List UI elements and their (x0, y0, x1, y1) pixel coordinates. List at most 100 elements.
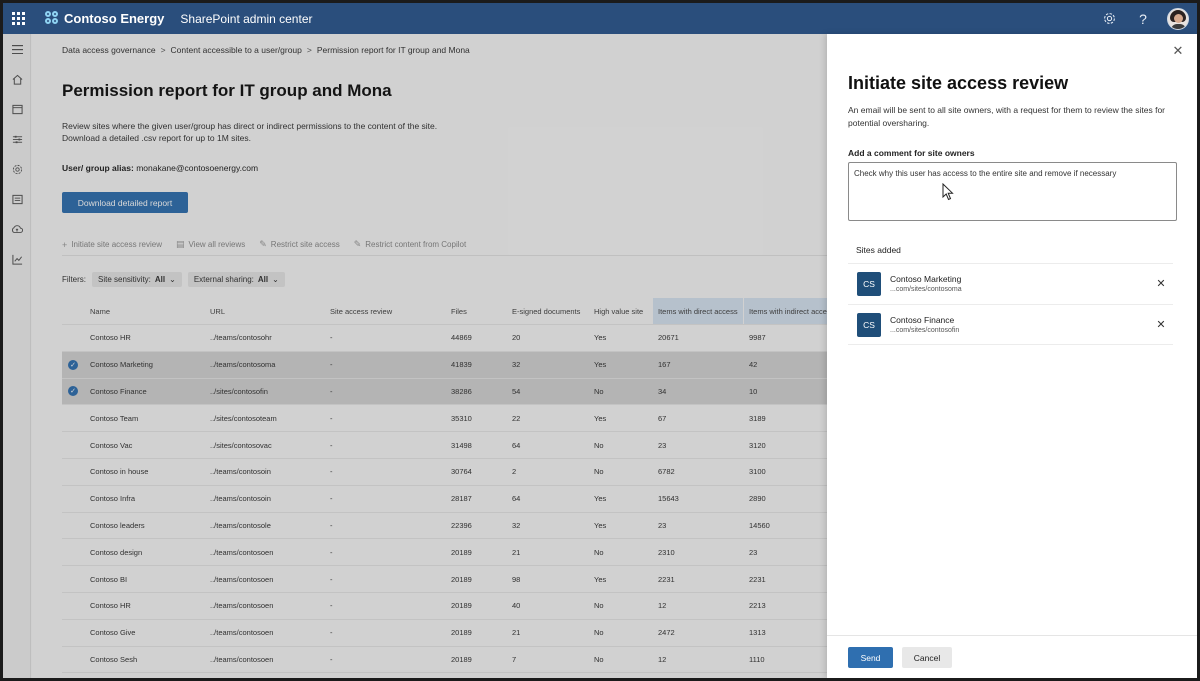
table-row[interactable]: ✓ Contoso Finance ../sites/contosofin - 3828… (62, 378, 827, 406)
row-checkbox[interactable] (62, 647, 84, 673)
description-line: Review sites where the given user/group … (62, 121, 438, 131)
row-checkbox[interactable] (62, 539, 84, 565)
site-name-cell[interactable]: Contoso HR (90, 325, 200, 351)
table-row[interactable]: Contoso BI ../teams/contosoen - 20189 98 Yes 2… (62, 566, 827, 593)
remove-site-icon[interactable]: ✕ (1155, 277, 1167, 290)
table-row[interactable]: Contoso Give ../teams/contosoen - 20189 21 No… (62, 620, 827, 647)
table-row[interactable]: Contoso Infra ../teams/contosoin - 28187 64 Y… (62, 486, 827, 513)
download-report-button[interactable]: Download detailed report (62, 192, 188, 213)
column-header[interactable]: Items with indirect access (744, 298, 827, 324)
site-url-cell: ../teams/contosoma (210, 360, 276, 370)
view-reviews-command[interactable]: ▤ View all reviews (176, 239, 245, 250)
cancel-button[interactable]: Cancel (902, 647, 952, 668)
row-checkbox[interactable] (62, 405, 84, 431)
direct-access-cell: 12 (658, 654, 667, 664)
column-header[interactable]: High value site (594, 298, 654, 324)
esigned-cell: 7 (512, 654, 517, 664)
table-body: Contoso HR ../teams/contosohr - 44869 20 Yes 2… (62, 325, 827, 674)
table-row[interactable]: Contoso Team ../sites/contosoteam - 35310 22… (62, 405, 827, 433)
sites-icon[interactable] (3, 94, 31, 124)
site-name-cell[interactable]: Contoso leaders (90, 513, 200, 539)
close-icon[interactable]: ✕ (1171, 43, 1185, 58)
table-row[interactable]: Contoso HR ../teams/contosohr - 44869 20 Yes 2… (62, 325, 827, 352)
menu-icon[interactable] (3, 34, 31, 64)
site-name: Contoso Marketing (890, 274, 962, 284)
table-row[interactable]: ✓ Contoso Marketing ../teams/contosoma - 418… (62, 351, 827, 379)
column-header[interactable]: E-signed documents (512, 298, 592, 324)
breadcrumb-item[interactable]: Data access governance (62, 45, 156, 55)
table-row[interactable]: Contoso design ../teams/contosoen - 20189 21… (62, 539, 827, 567)
home-icon[interactable] (3, 64, 31, 94)
policies-icon[interactable] (3, 124, 31, 154)
row-checkbox[interactable] (62, 459, 84, 485)
site-name-cell[interactable]: Contoso Team (90, 405, 200, 431)
initiate-review-command[interactable]: + Initiate site access review (62, 240, 162, 250)
row-checkbox[interactable] (62, 513, 84, 539)
site-name-cell[interactable]: Contoso Marketing (90, 352, 200, 378)
site-url-cell: ../teams/contosoin (210, 467, 271, 477)
row-checkbox[interactable] (62, 325, 84, 351)
esigned-cell: 64 (512, 440, 521, 450)
files-cell: 28187 (451, 494, 472, 504)
user-avatar[interactable] (1167, 7, 1189, 30)
table-row[interactable]: Contoso HR ../teams/contosoen - 20189 40 No 12… (62, 593, 827, 620)
site-name-cell[interactable]: Contoso Sesh (90, 647, 200, 673)
brand[interactable]: Contoso Energy (45, 11, 164, 26)
send-button[interactable]: Send (848, 647, 893, 668)
page-title: Permission report for IT group and Mona (62, 81, 392, 100)
site-name: Contoso Finance (890, 315, 955, 325)
migration-icon[interactable] (3, 214, 31, 244)
table-row[interactable]: Contoso leaders ../teams/contosole - 22396 3… (62, 513, 827, 540)
row-checkbox[interactable] (62, 486, 84, 512)
row-checkbox[interactable] (62, 593, 84, 619)
comment-textarea[interactable]: Check why this user has access to the en… (848, 162, 1177, 221)
column-header[interactable]: Site access review (330, 298, 445, 324)
table-row[interactable]: Contoso Vac ../sites/contosovac - 31498 64 No… (62, 432, 827, 459)
site-name-cell[interactable]: Contoso in house (90, 459, 200, 485)
site-url-cell: ../sites/contosoteam (210, 413, 277, 423)
app-launcher-icon[interactable] (5, 3, 31, 34)
site-sensitivity-filter[interactable]: Site sensitivity: All ⌄ (92, 272, 182, 287)
indirect-access-cell: 3120 (749, 440, 766, 450)
restrict-site-access-command[interactable]: ✎ Restrict site access (259, 239, 339, 250)
esigned-cell: 2 (512, 467, 517, 477)
help-icon[interactable]: ? (1133, 9, 1153, 29)
table-row[interactable]: Contoso in house ../teams/contosoin - 30764… (62, 459, 827, 486)
sites-added-list: CS Contoso Marketing ...com/sites/contos… (848, 263, 1173, 345)
files-cell: 41839 (451, 360, 472, 370)
reports-icon[interactable] (3, 244, 31, 274)
content-services-icon[interactable] (3, 184, 31, 214)
main-content: Data access governance > Content accessibl… (32, 34, 827, 678)
site-name-cell[interactable]: Contoso BI (90, 566, 200, 592)
column-header[interactable]: Items with direct access (653, 298, 743, 324)
row-checkbox[interactable] (62, 620, 84, 646)
row-checkbox[interactable]: ✓ (62, 352, 84, 378)
site-name-cell[interactable]: Contoso Give (90, 620, 200, 646)
brand-logo-icon (45, 11, 60, 26)
files-cell: 20189 (451, 628, 472, 638)
breadcrumb-item[interactable]: Content accessible to a user/group (171, 45, 302, 55)
indirect-access-cell: 9987 (749, 333, 766, 343)
settings-icon[interactable] (3, 154, 31, 184)
column-header[interactable]: Files (451, 298, 506, 324)
site-name-cell[interactable]: Contoso HR (90, 593, 200, 619)
site-review-cell: - (330, 547, 333, 557)
site-name-cell[interactable]: Contoso design (90, 539, 200, 565)
site-review-cell: - (330, 333, 333, 343)
site-url-cell: ../sites/contosovac (210, 440, 272, 450)
site-name-cell[interactable]: Contoso Infra (90, 486, 200, 512)
column-header[interactable]: Name (90, 298, 200, 324)
site-name-cell[interactable]: Contoso Finance (90, 379, 200, 405)
row-checkbox[interactable] (62, 566, 84, 592)
column-header[interactable]: URL (210, 298, 325, 324)
remove-site-icon[interactable]: ✕ (1155, 318, 1167, 331)
table-row[interactable]: Contoso Sesh ../teams/contosoen - 20189 7 No 1… (62, 647, 827, 674)
app-name[interactable]: SharePoint admin center (180, 12, 312, 26)
restrict-copilot-command[interactable]: ✎ Restrict content from Copilot (354, 239, 466, 250)
row-checkbox[interactable] (62, 432, 84, 458)
panel-title: Initiate site access review (848, 73, 1069, 93)
settings-icon[interactable] (1099, 9, 1119, 29)
external-sharing-filter[interactable]: External sharing: All ⌄ (187, 272, 285, 287)
row-checkbox[interactable]: ✓ (62, 379, 84, 405)
site-name-cell[interactable]: Contoso Vac (90, 432, 200, 458)
